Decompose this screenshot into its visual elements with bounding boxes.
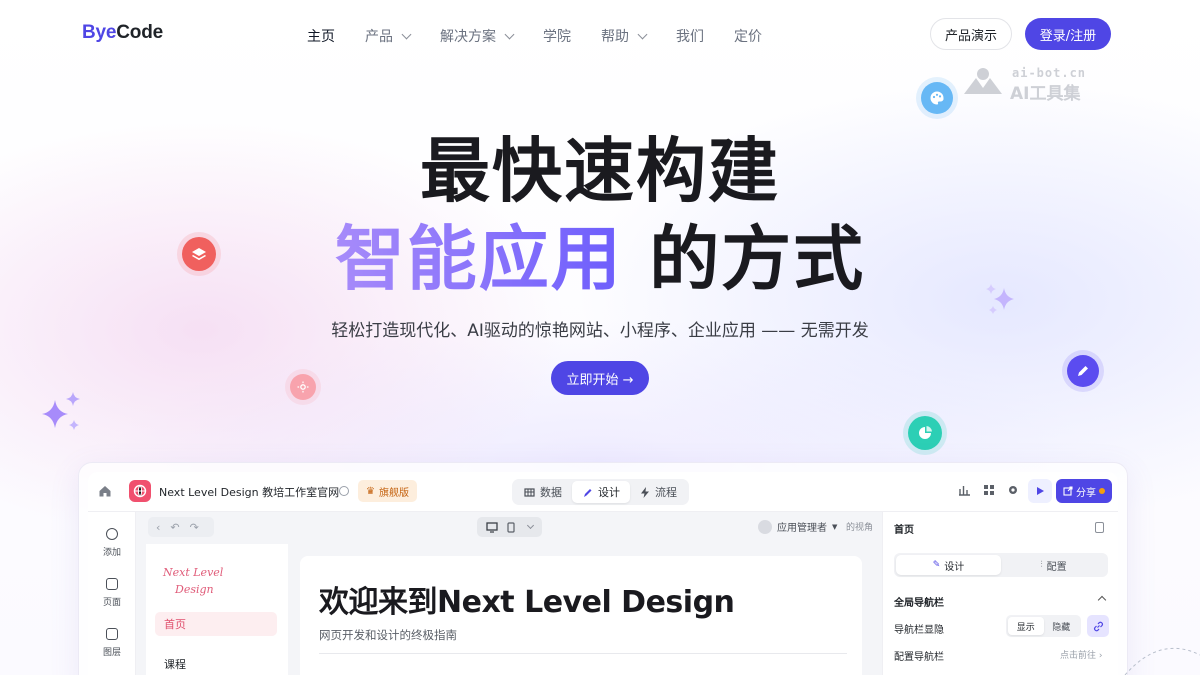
palette-icon xyxy=(921,82,953,114)
crown-icon: ♛ xyxy=(366,485,375,497)
panel-mode-segment: ✎ 设计 ⫶ 配置 xyxy=(894,553,1108,577)
app-logo-icon xyxy=(129,480,151,502)
logo[interactable]: ByeCode xyxy=(82,22,163,44)
preview-nav-course[interactable]: 课程 xyxy=(164,656,186,672)
link-icon xyxy=(1093,621,1103,631)
dashed-decoration xyxy=(1124,647,1200,675)
back-icon[interactable]: ‹ xyxy=(156,521,160,534)
show-option[interactable]: 显示 xyxy=(1008,617,1044,635)
brush-icon: ✎ xyxy=(932,560,941,570)
navbar-visibility-toggle: 显示 隐藏 xyxy=(1006,615,1081,637)
tab-design[interactable]: 设计 xyxy=(572,481,630,503)
redo-icon[interactable]: ↷ xyxy=(190,521,199,534)
brush-icon xyxy=(584,488,592,497)
bar-chart-icon[interactable] xyxy=(958,483,972,497)
page-icon xyxy=(106,578,118,590)
configure-nav-label: 配置导航栏 xyxy=(894,652,944,663)
segment-config[interactable]: ⫶ 配置 xyxy=(1001,555,1106,575)
share-icon xyxy=(1063,486,1073,496)
hero-title-highlight: 智能应用 xyxy=(334,218,623,300)
divider xyxy=(319,653,847,654)
hero-title-line1: 最快速构建 xyxy=(420,130,780,212)
hide-option[interactable]: 隐藏 xyxy=(1044,617,1080,635)
share-button[interactable]: 分享 xyxy=(1056,479,1112,503)
sun-icon xyxy=(290,374,316,400)
gear-icon[interactable] xyxy=(1006,483,1020,497)
link-button[interactable] xyxy=(1087,615,1109,637)
caret-down-icon: ▼ xyxy=(832,522,838,531)
tab-data[interactable]: 数据 xyxy=(514,481,572,503)
mode-tabs: 数据 设计 流程 xyxy=(512,479,689,505)
add-icon xyxy=(106,528,118,540)
watermark-logo-icon xyxy=(964,68,1002,94)
nav-item-help[interactable]: 帮助 xyxy=(601,26,648,46)
undo-icon[interactable]: ↶ xyxy=(170,521,179,534)
nav-item-solutions[interactable]: 解决方案 xyxy=(440,26,515,46)
goto-link[interactable]: 点击前往 › xyxy=(1060,648,1102,661)
bolt-icon xyxy=(641,486,649,498)
preview-heading: 欢迎来到Next Level Design xyxy=(319,585,735,620)
hero-subtitle: 轻松打造现代化、AI驱动的惊艳网站、小程序、企业应用 —— 无需开发 xyxy=(331,321,869,341)
desktop-icon[interactable] xyxy=(486,521,498,533)
chevron-down-icon xyxy=(401,29,412,39)
segment-design[interactable]: ✎ 设计 xyxy=(896,555,1001,575)
nav-item-academy[interactable]: 学院 xyxy=(543,26,571,46)
section-global-nav: 全局导航栏 xyxy=(894,598,944,609)
role-selector[interactable]: 应用管理者 ▼ xyxy=(758,519,837,534)
play-icon xyxy=(1037,487,1044,495)
sparkle-icon xyxy=(42,392,80,430)
left-rail: 添加 页面 图层 xyxy=(88,512,136,675)
mobile-icon[interactable] xyxy=(507,521,515,533)
sync-icon[interactable] xyxy=(339,486,349,496)
nav-item-home[interactable]: 主页 xyxy=(307,26,335,46)
main-menu: 主页 产品 解决方案 学院 帮助 我们 定价 xyxy=(307,26,792,46)
layers-icon xyxy=(106,628,118,640)
rail-item-layers[interactable]: 图层 xyxy=(88,628,136,658)
notification-dot xyxy=(1099,488,1105,494)
hero-title-rest: 的方式 xyxy=(649,218,866,300)
login-register-button[interactable]: 登录/注册 xyxy=(1025,18,1111,50)
table-icon xyxy=(524,487,535,497)
pie-chart-icon xyxy=(908,416,942,450)
avatar xyxy=(758,519,772,534)
preview-nav-home[interactable]: 首页 xyxy=(155,612,277,636)
view-label: 的视角 xyxy=(846,523,874,533)
history-toolbar: ‹ ↶ ↷ xyxy=(148,517,214,537)
navbar-visibility-label: 导航栏显隐 xyxy=(894,625,944,636)
grid-icon[interactable] xyxy=(982,483,996,497)
hero-title-line2: 智能应用 的方式 xyxy=(0,214,1200,304)
tab-flow[interactable]: 流程 xyxy=(630,481,687,503)
watermark: ai-bot.cn AI工具集 xyxy=(962,66,1085,104)
panel-title: 首页 xyxy=(894,525,914,536)
chevron-down-icon xyxy=(504,29,515,39)
sliders-icon: ⫶ xyxy=(1040,560,1043,570)
app-title: Next Level Design 教培工作室官网 xyxy=(159,486,340,499)
product-demo-button[interactable]: 产品演示 xyxy=(930,18,1012,50)
rail-item-pages[interactable]: 页面 xyxy=(88,578,136,608)
document-icon[interactable] xyxy=(1095,522,1104,533)
top-navigation: ByeCode 主页 产品 解决方案 学院 帮助 我们 定价 产品演示 登录/注… xyxy=(0,0,1200,68)
pen-icon xyxy=(1067,355,1099,387)
nav-item-about[interactable]: 我们 xyxy=(676,26,704,46)
preview-subheading: 网页开发和设计的终极指南 xyxy=(319,628,457,642)
preview-play-button[interactable] xyxy=(1028,479,1052,503)
rail-item-add[interactable]: 添加 xyxy=(88,528,136,558)
home-icon[interactable] xyxy=(98,484,112,498)
nav-item-pricing[interactable]: 定价 xyxy=(734,26,762,46)
app-topbar: Next Level Design 教培工作室官网 ♛ 旗舰版 数据 设计 流程 … xyxy=(88,472,1118,512)
get-started-button[interactable]: 立即开始 → xyxy=(551,361,649,395)
device-switcher xyxy=(477,517,542,537)
chevron-down-icon xyxy=(637,29,648,39)
plan-badge: ♛ 旗舰版 xyxy=(358,480,417,502)
preview-logo: Next Level Design xyxy=(163,566,224,596)
chevron-down-icon[interactable] xyxy=(527,521,535,529)
nav-item-products[interactable]: 产品 xyxy=(365,26,412,46)
